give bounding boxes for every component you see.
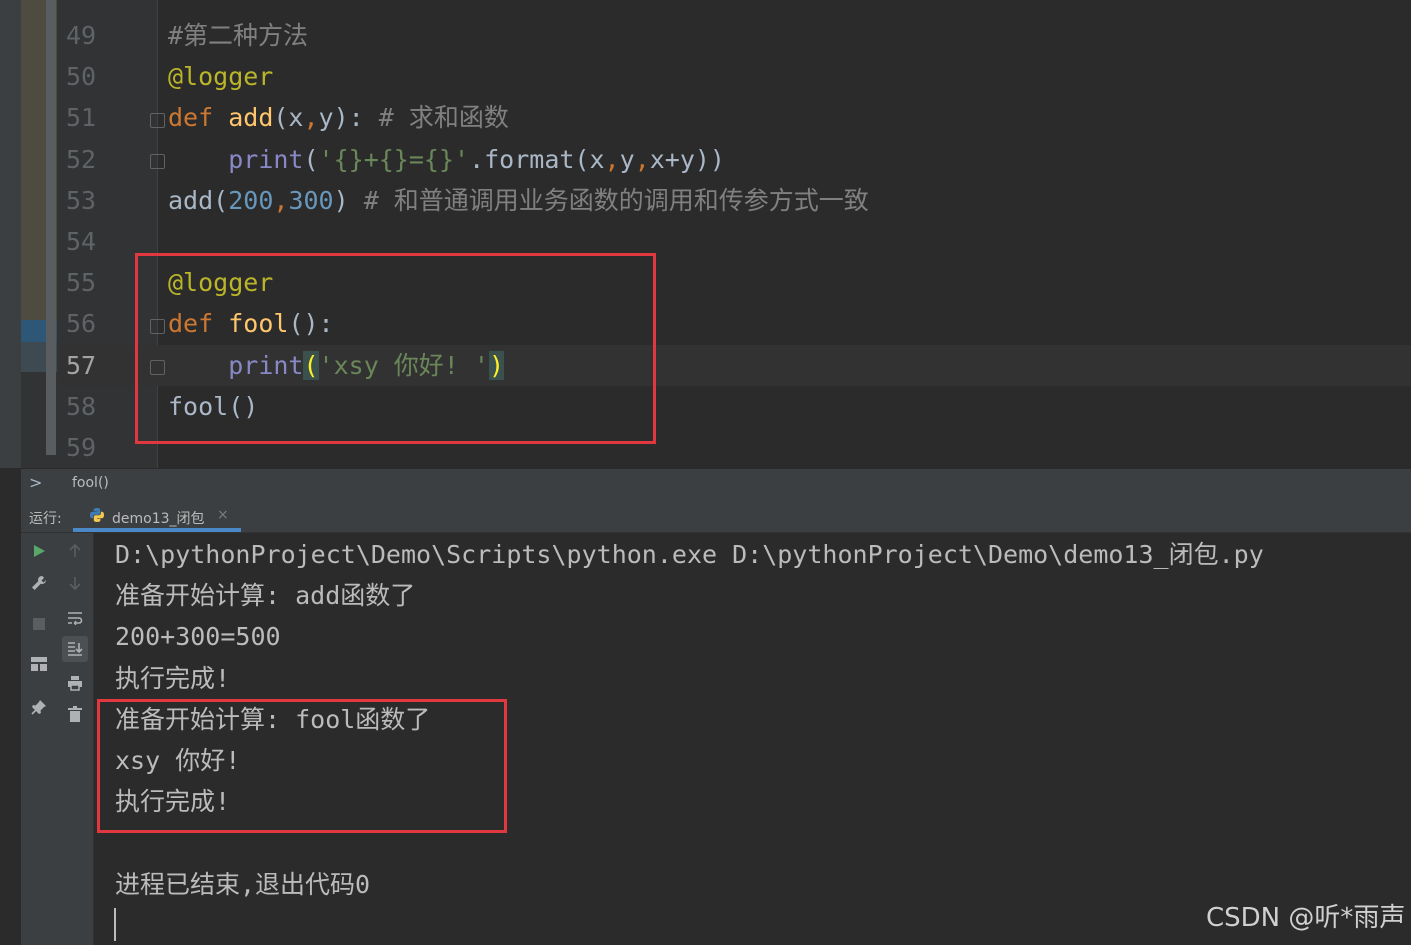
run-label: 运行: [29,511,62,527]
code-token: 200 [228,185,274,215]
console-line: D:\pythonProject\Demo\Scripts\python.exe… [115,540,1264,569]
code-line[interactable]: 50 @logger [0,56,1411,97]
annotation-box-output [97,699,507,833]
line-number: 59 [66,433,97,462]
line-number: 54 [66,227,97,256]
line-number: 56 [66,309,97,339]
console-line: 准备开始计算: add函数了 [115,581,416,610]
code-token: ) [333,185,364,215]
line-number: 50 [66,62,97,92]
code-text: add(200,300) # 和普通调用业务函数的调用和传参方式一致 [168,180,869,221]
chevron-right-icon[interactable]: > [29,473,42,492]
active-tab-indicator [73,528,241,532]
code-token: ( [303,144,319,174]
code-editor[interactable]: 49 #第二种方法 50 @logger 51 def add(x,y): # 求和函数 5… [0,0,1411,468]
code-token: add [228,103,274,133]
run-icon[interactable] [26,538,52,564]
line-number: 57 [66,350,97,380]
trash-icon[interactable] [62,701,88,727]
code-line[interactable]: 51 def add(x,y): # 求和函数 [0,97,1411,138]
layout-icon[interactable] [26,651,52,677]
code-text: print('{}+{}={}'.format(x,y,x+y)) [168,139,725,180]
wrench-icon[interactable] [26,570,52,596]
stop-icon[interactable] [26,611,52,637]
scroll-to-end-icon[interactable] [62,636,88,662]
code-token: add( [168,185,229,215]
code-token: #第二种方法 [168,21,309,50]
watermark: CSDN @听*雨声 [1206,903,1406,933]
run-tab-label: demo13_闭包 [112,511,205,527]
code-token: 300 [288,185,334,215]
console-line: 执行完成! [115,664,231,693]
code-token: # 求和函数 [378,103,509,133]
code-token: (x [273,103,304,133]
code-line[interactable]: 49 #第二种方法 [0,15,1411,56]
annotation-box-code [135,253,656,444]
code-token: , [273,185,289,215]
fold-marker-icon[interactable] [150,154,165,169]
code-text: def add(x,y): # 求和函数 [168,97,509,138]
up-arrow-icon[interactable] [62,538,88,564]
code-token: '{}+{}={}' [318,144,470,174]
code-line[interactable]: 53 add(200,300) # 和普通调用业务函数的调用和传参方式一致 [0,180,1411,221]
run-toolbar-secondary [57,533,94,945]
line-number: 55 [66,268,97,298]
code-token: , [604,144,620,174]
console-line: 进程已结束,退出代码0 [115,870,371,899]
code-text: @logger [168,56,273,97]
code-token: def [168,103,229,133]
python-file-icon [90,508,104,522]
line-number: 51 [66,103,97,133]
code-token: # 和普通调用业务函数的调用和传参方式一致 [363,185,869,215]
line-number: 49 [66,21,97,50]
console-caret [114,908,116,941]
breadcrumb: > fool() [21,468,1411,499]
code-token: print [228,144,304,174]
line-number: 58 [66,391,97,421]
code-token: , [634,144,650,174]
run-tool-window-header: 运行: demo13_闭包 × [21,499,1411,533]
pin-icon[interactable] [26,694,52,720]
console-line: 200+300=500 [115,622,281,651]
soft-wrap-icon[interactable] [62,605,88,631]
line-number: 52 [66,144,97,174]
line-number: 53 [66,185,97,215]
code-token: .format(x [469,144,605,174]
code-token: , [303,103,319,133]
run-toolbar-primary [21,533,57,945]
down-arrow-icon[interactable] [62,570,88,596]
code-token: x+y)) [649,144,725,174]
fold-marker-icon[interactable] [150,113,165,128]
code-line[interactable]: 52 print('{}+{}={}'.format(x,y,x+y)) [0,139,1411,180]
breadcrumb-item-fool[interactable]: fool() [72,475,109,491]
print-icon[interactable] [62,670,88,696]
code-token: @logger [168,62,274,92]
code-text: #第二种方法 [168,15,308,56]
code-token: y [619,144,635,174]
close-icon[interactable]: × [217,507,229,523]
code-token: y): [318,103,379,133]
